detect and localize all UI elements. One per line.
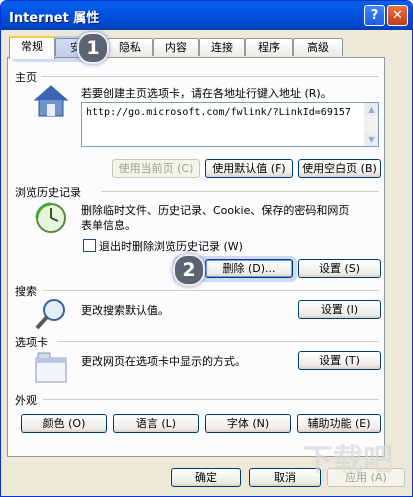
tabs-separator <box>57 341 379 342</box>
url-scrollbar[interactable]: ▲ ▼ <box>364 103 378 146</box>
history-description-line2: 表单信息。 <box>81 219 136 232</box>
homepage-url-input[interactable]: http://go.microsoft.com/fwlink/?LinkId=6… <box>81 102 379 147</box>
tab-privacy[interactable]: 隐私 <box>107 38 153 56</box>
appearance-group-label: 外观 <box>15 394 37 407</box>
house-icon <box>33 85 69 117</box>
scroll-down-icon[interactable]: ▼ <box>365 133 378 146</box>
tabbed-window-icon <box>35 352 67 383</box>
callout-1-badge: 1 <box>77 32 109 64</box>
delete-on-exit-checkbox[interactable] <box>83 239 96 252</box>
magnifier-icon <box>35 299 65 330</box>
history-description-line1: 删除临时文件、历史记录、Cookie、保存的密码和网页 <box>81 204 350 217</box>
ok-button[interactable]: 确定 <box>171 468 241 487</box>
title-bar: Internet 属性 ? ✕ <box>1 1 412 30</box>
delete-history-button[interactable]: 删除 (D)... <box>205 259 293 278</box>
callout-2-badge: 2 <box>173 254 205 286</box>
help-button[interactable]: ? <box>364 5 385 26</box>
history-clock-icon <box>35 202 66 233</box>
fonts-button[interactable]: 字体 (N) <box>205 414 291 433</box>
internet-options-window: Internet 属性 ? ✕ 常规 安全 隐私 内容 连接 程序 高级 1 主… <box>0 0 413 497</box>
homepage-url-value: http://go.microsoft.com/fwlink/?LinkId=6… <box>86 107 351 118</box>
use-default-button[interactable]: 使用默认值 (F) <box>205 159 293 178</box>
accessibility-button[interactable]: 辅助功能 (E) <box>297 414 381 433</box>
window-title: Internet 属性 <box>9 11 100 26</box>
homepage-separator <box>41 76 379 77</box>
watermark-logo: 下载吧 <box>303 443 393 478</box>
delete-on-exit-label: 退出时删除浏览历史记录 (W) <box>99 240 243 253</box>
search-settings-button[interactable]: 设置 (I) <box>298 300 381 319</box>
tabs-settings-button[interactable]: 设置 (T) <box>298 351 381 370</box>
tab-connections[interactable]: 连接 <box>199 38 245 56</box>
languages-button[interactable]: 语言 (L) <box>113 414 199 433</box>
close-button[interactable]: ✕ <box>387 5 408 26</box>
appearance-separator <box>43 399 379 400</box>
homepage-group-label: 主页 <box>15 71 37 84</box>
scroll-up-icon[interactable]: ▲ <box>365 103 378 116</box>
use-current-button[interactable]: 使用当前页 (C) <box>112 159 200 178</box>
history-group-label: 浏览历史记录 <box>15 186 81 199</box>
search-description: 更改搜索默认值。 <box>81 304 169 317</box>
homepage-description: 若要创建主页选项卡，请在各地址行键入地址 (R)。 <box>81 87 332 100</box>
use-blank-button[interactable]: 使用空白页 (B) <box>298 159 381 178</box>
history-separator <box>101 191 379 192</box>
colors-button[interactable]: 颜色 (O) <box>21 414 107 433</box>
tab-general[interactable]: 常规 <box>9 36 55 59</box>
tabs-description: 更改网页在选项卡中显示的方式。 <box>81 355 246 368</box>
tab-advanced[interactable]: 高级 <box>293 38 343 56</box>
tab-programs[interactable]: 程序 <box>245 38 293 56</box>
history-settings-button[interactable]: 设置 (S) <box>298 259 381 278</box>
tab-content[interactable]: 内容 <box>153 38 199 56</box>
search-separator <box>43 290 379 291</box>
tabs-group-label: 选项卡 <box>15 336 48 349</box>
